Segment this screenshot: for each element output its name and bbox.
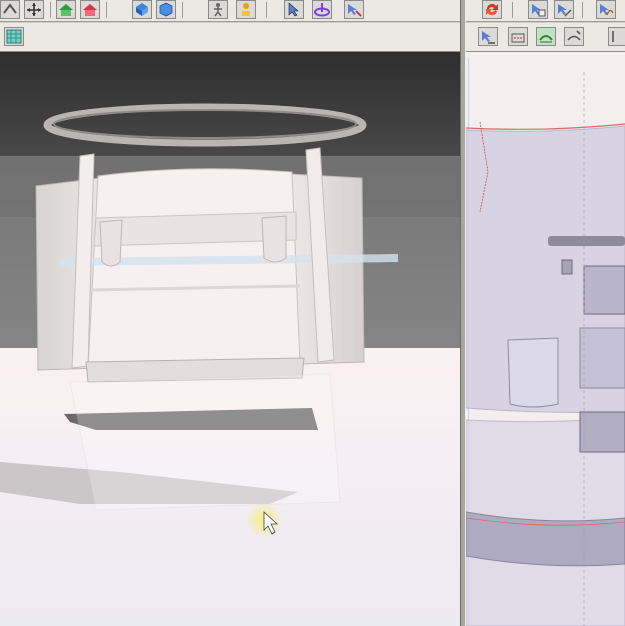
toolbar-separator xyxy=(106,2,107,18)
toolbar-separator xyxy=(512,2,513,18)
edit-curve-icon xyxy=(600,4,614,16)
home-reset-icon xyxy=(83,4,97,16)
3d-viewport[interactable] xyxy=(0,52,460,626)
sync-icon xyxy=(486,3,498,16)
pattern-band-piece xyxy=(579,411,625,453)
avatar-pin-button[interactable] xyxy=(236,0,256,19)
select-garment-button[interactable] xyxy=(132,0,152,19)
edit-pattern-button[interactable] xyxy=(528,0,548,19)
move-view-icon xyxy=(27,3,41,16)
toolbar-3d-view xyxy=(0,0,460,22)
sew-active-icon xyxy=(539,35,553,43)
subtoolbar-2d-view xyxy=(466,23,625,52)
more-tools-button[interactable] xyxy=(608,27,625,46)
texture-grid-button[interactable] xyxy=(4,27,24,46)
2d-pattern-viewport[interactable] xyxy=(466,52,625,626)
3d-scene xyxy=(0,52,460,626)
avatar-pin-icon xyxy=(242,3,250,16)
select-arrow-button[interactable] xyxy=(284,0,304,19)
sew-multi-button[interactable] xyxy=(564,27,584,46)
sync-button[interactable] xyxy=(482,0,502,19)
cube-view-button[interactable] xyxy=(156,0,176,19)
arrange-point-button[interactable] xyxy=(344,0,364,19)
home-reset-button[interactable] xyxy=(80,0,100,19)
sew-active-button[interactable] xyxy=(536,27,556,46)
sew-segment-button[interactable] xyxy=(478,27,498,46)
more-tools-icon xyxy=(612,31,614,42)
pattern-hem-curve xyxy=(466,511,625,567)
avatar-pose-button[interactable] xyxy=(208,0,228,19)
rotate-view-icon xyxy=(3,3,17,14)
home-view-button[interactable] xyxy=(56,0,76,19)
home-view-icon xyxy=(59,4,73,16)
transform-gizmo-icon xyxy=(314,3,330,17)
sew-free-icon xyxy=(511,33,525,43)
subtoolbar-3d-view xyxy=(0,23,460,52)
texture-grid-icon xyxy=(6,29,22,44)
edit-point-button[interactable] xyxy=(554,0,574,19)
toolbar-separator xyxy=(182,2,183,18)
select-arrow-icon xyxy=(288,2,299,17)
pattern-pocket-piece-2 xyxy=(507,337,559,408)
cube-view-icon xyxy=(159,2,173,17)
toolbar-separator xyxy=(50,2,51,18)
avatar-legs-ghost xyxy=(69,373,341,511)
sew-free-button[interactable] xyxy=(508,27,528,46)
rotate-view-button[interactable] xyxy=(0,0,20,19)
toolbar-2d-view xyxy=(466,0,625,22)
select-garment-icon xyxy=(136,3,148,16)
garment-pocket-right xyxy=(261,215,287,263)
2d-pattern-canvas xyxy=(466,52,625,626)
sew-segment-icon xyxy=(482,31,495,44)
garment-pocket-left xyxy=(99,219,123,267)
transform-gizmo-button[interactable] xyxy=(312,0,332,19)
toolbar-separator xyxy=(582,2,583,18)
pattern-pocket-piece-3 xyxy=(579,327,625,389)
pattern-belt-loop xyxy=(561,259,573,275)
avatar-pose-icon xyxy=(214,3,222,17)
pattern-belt-piece xyxy=(548,236,625,246)
move-view-button[interactable] xyxy=(24,0,44,19)
garment-front-panel xyxy=(87,168,301,369)
pattern-pocket-piece-1 xyxy=(583,265,625,315)
sew-multi-icon xyxy=(567,30,581,41)
edit-pattern-icon xyxy=(532,4,546,17)
toolbar-separator xyxy=(266,2,267,18)
edit-curve-button[interactable] xyxy=(596,0,616,19)
arrange-point-icon xyxy=(348,4,362,17)
edit-point-icon xyxy=(558,4,572,17)
